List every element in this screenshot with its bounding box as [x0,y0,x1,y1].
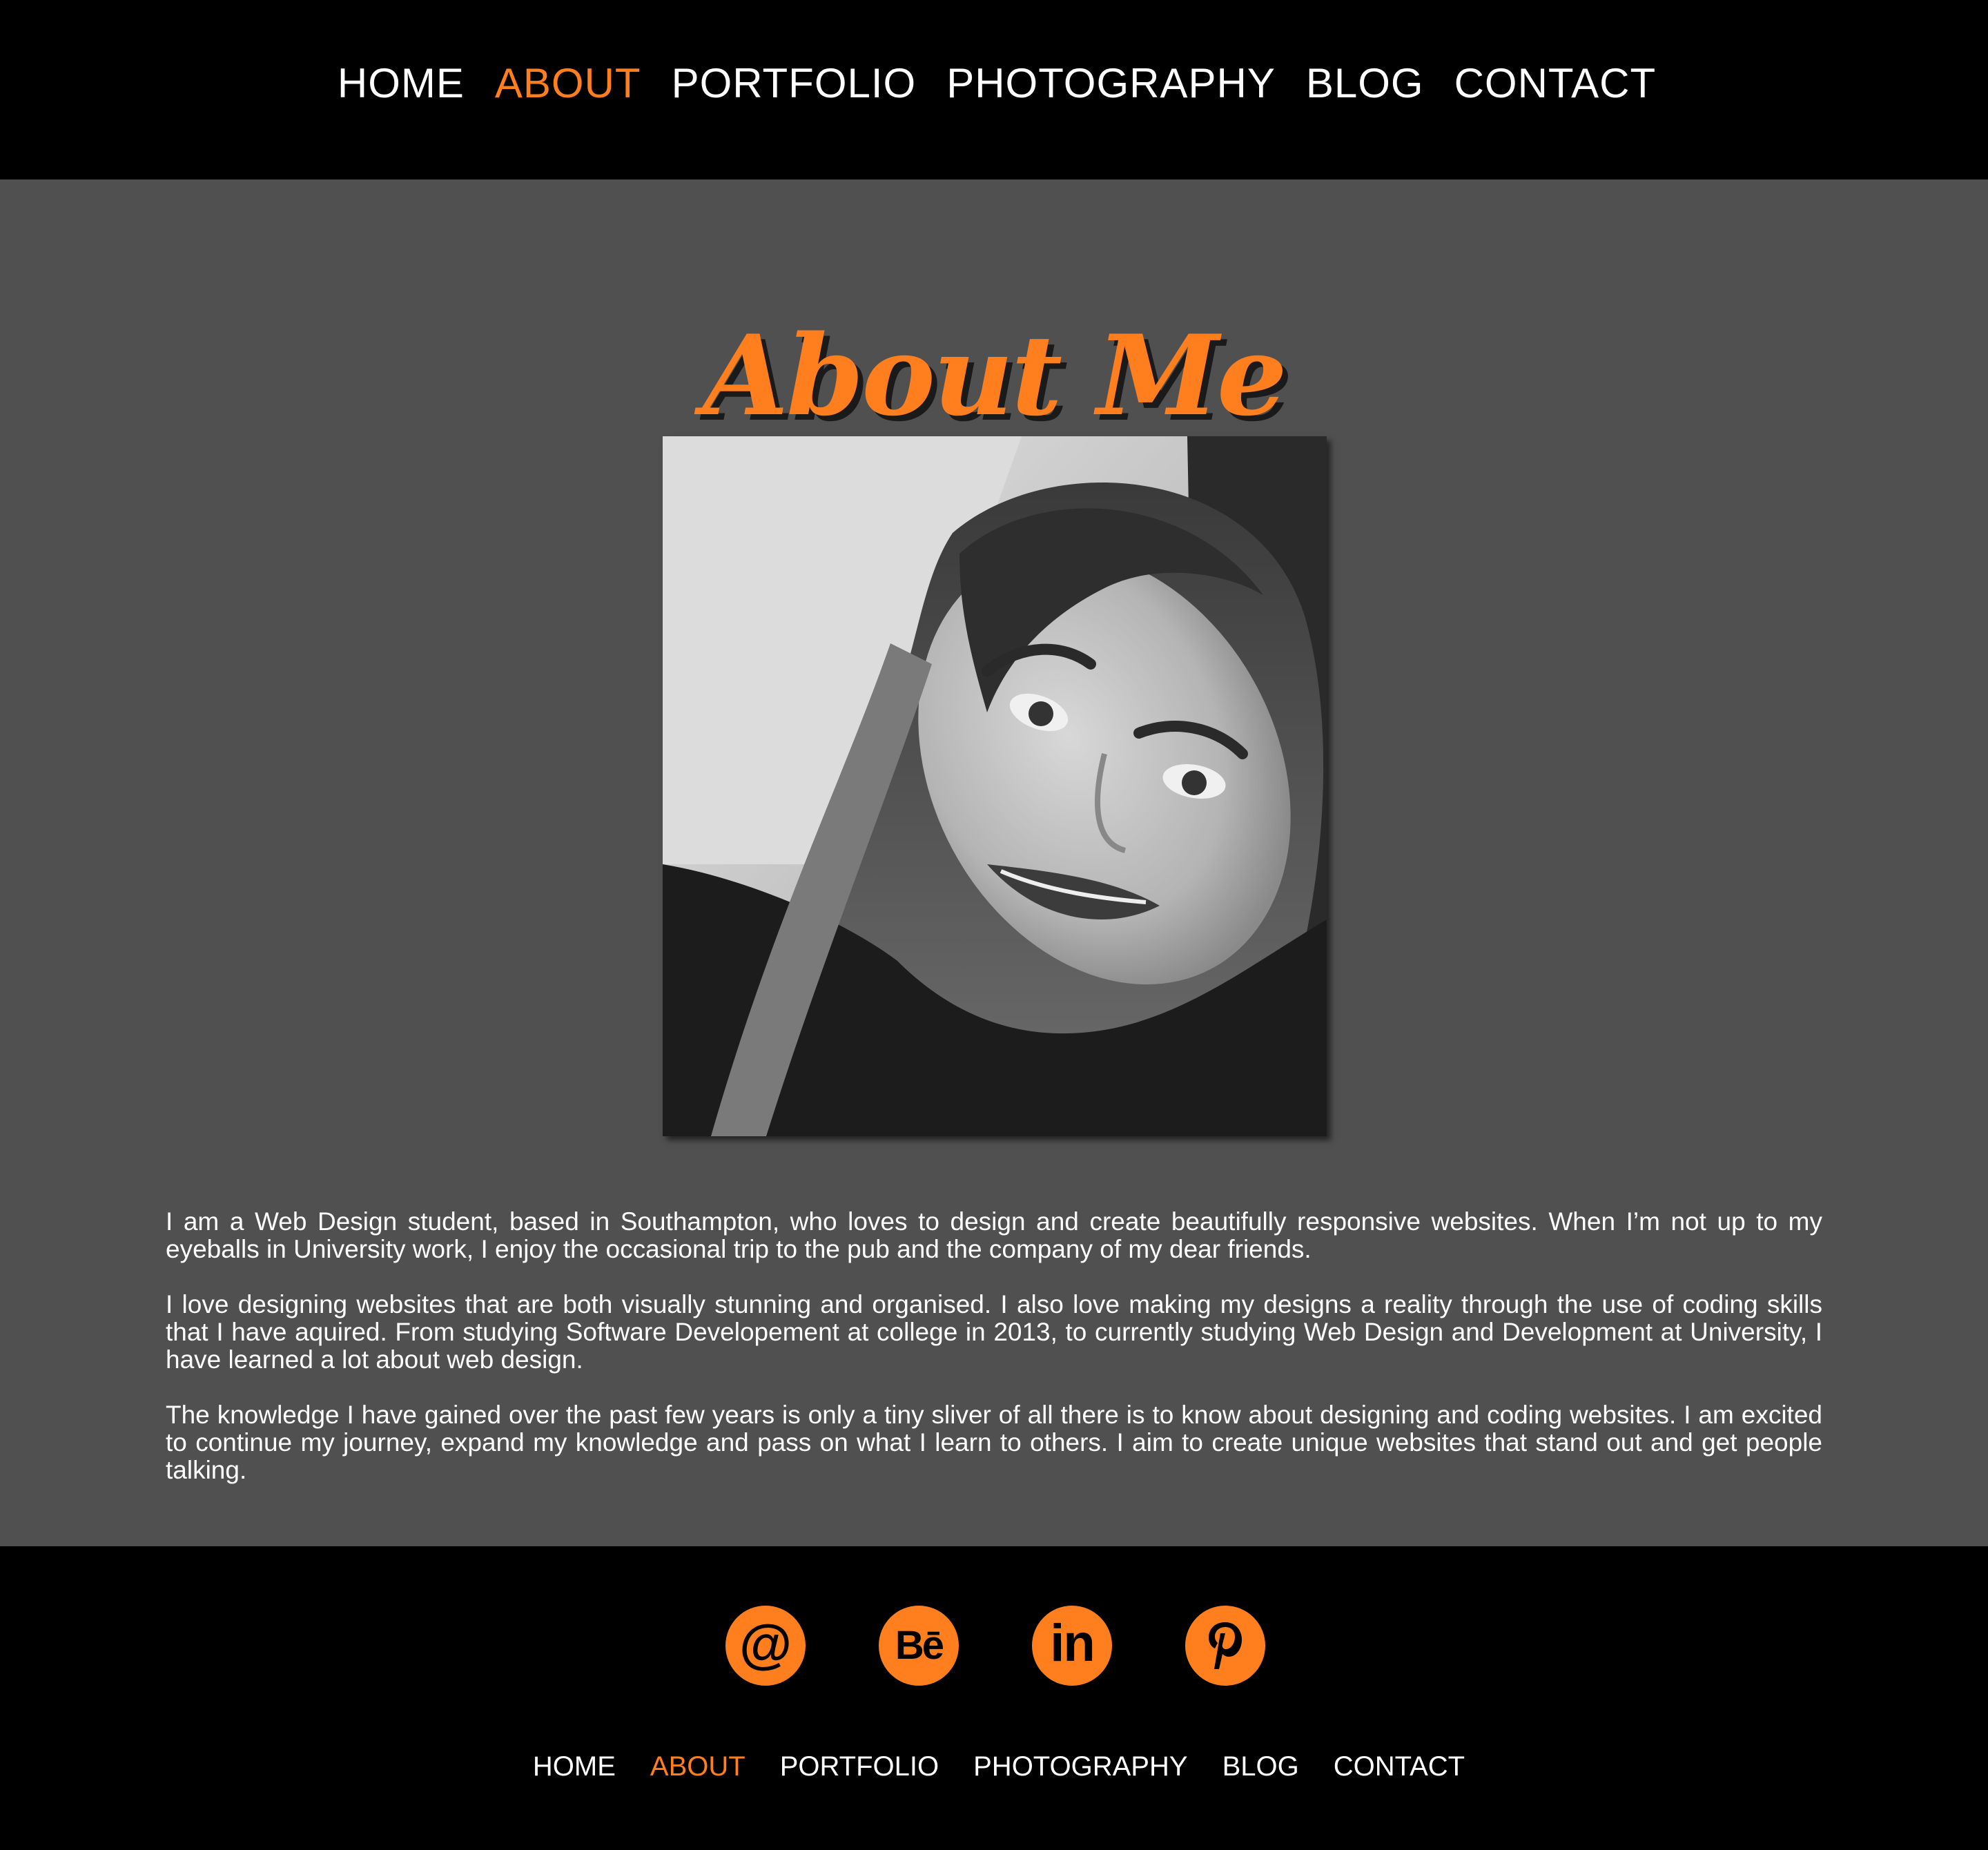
about-section: About Me I am a Web Design student, base… [0,179,1988,1546]
bio-paragraph: I love designing websites that are both … [166,1290,1822,1374]
email-icon[interactable]: @ [725,1606,806,1686]
social-links: @ Bē in [0,1606,1988,1686]
nav-item-about[interactable]: ABOUT [495,59,641,108]
top-navigation: HOME ABOUT PORTFOLIO PHOTOGRAPHY BLOG CO… [0,0,1988,179]
nav-item-photography[interactable]: PHOTOGRAPHY [946,59,1276,108]
pinterest-glyph [1209,1622,1242,1669]
bio-text: I am a Web Design student, based in Sout… [166,1208,1822,1512]
bio-paragraph: I am a Web Design student, based in Sout… [166,1207,1822,1263]
nav-item-home[interactable]: HOME [338,59,465,108]
footer-nav-item-contact[interactable]: CONTACT [1334,1751,1465,1782]
footer-nav-item-home[interactable]: HOME [533,1751,616,1782]
nav-item-contact[interactable]: CONTACT [1454,59,1657,108]
behance-icon[interactable]: Bē [879,1606,959,1686]
linkedin-icon[interactable]: in [1032,1606,1112,1686]
nav-item-blog[interactable]: BLOG [1306,59,1424,108]
footer: @ Bē in HOME ABOUT PORTFOLIO PHOTOGRAPHY… [0,1546,1988,1850]
footer-nav-item-blog[interactable]: BLOG [1222,1751,1299,1782]
portrait-photo-icon [663,436,1327,1136]
page-title: About Me [703,311,1287,441]
nav-item-portfolio[interactable]: PORTFOLIO [672,59,917,108]
footer-nav-item-about[interactable]: ABOUT [650,1751,746,1782]
top-nav-list: HOME ABOUT PORTFOLIO PHOTOGRAPHY BLOG CO… [0,59,1988,108]
footer-nav-item-photography[interactable]: PHOTOGRAPHY [973,1751,1187,1782]
bio-paragraph: The knowledge I have gained over the pas… [166,1401,1822,1484]
footer-nav-item-portfolio[interactable]: PORTFOLIO [780,1751,939,1782]
profile-photo [663,436,1327,1136]
pinterest-icon[interactable] [1185,1606,1265,1686]
footer-nav-list: HOME ABOUT PORTFOLIO PHOTOGRAPHY BLOG CO… [0,1751,1988,1782]
